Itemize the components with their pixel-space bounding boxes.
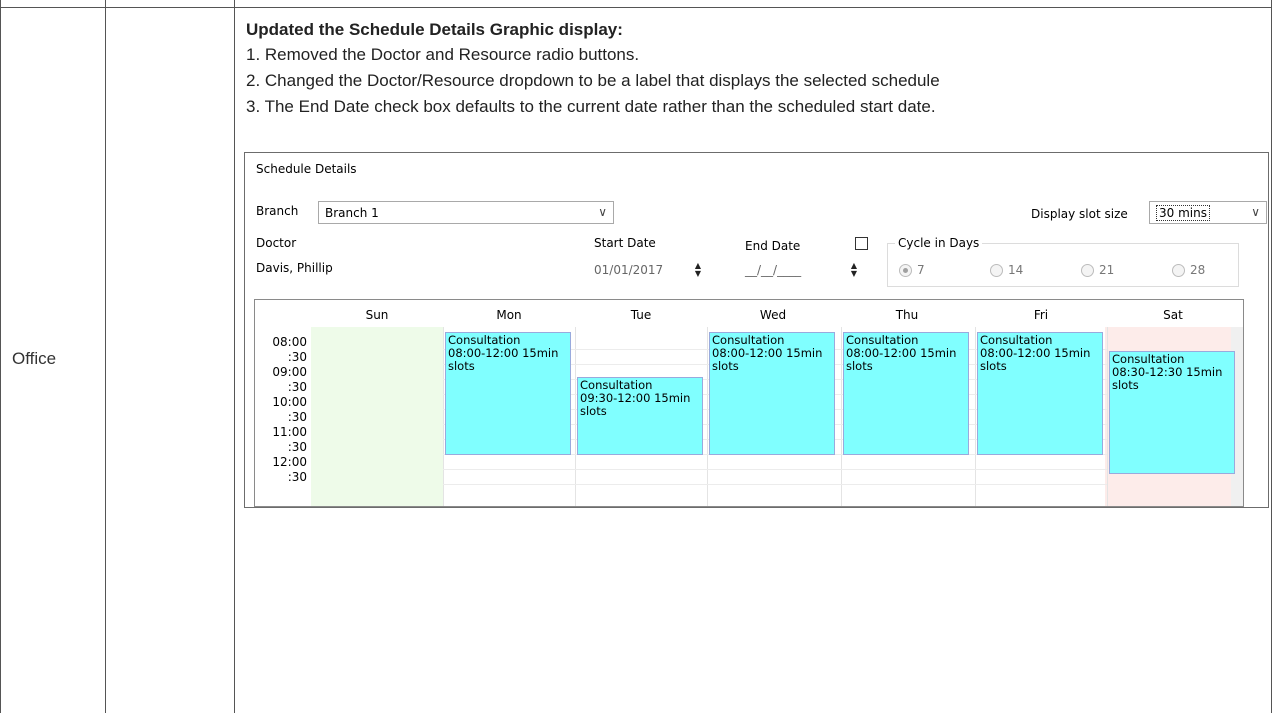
schedule-calendar-grid[interactable]: Sun Mon Tue Wed Thu Fri Sat 08:00:30 09:00:30 10:… [254, 299, 1244, 507]
day-header-mon: Mon [496, 308, 522, 322]
cycle-option-28[interactable]: 28 [1172, 263, 1205, 277]
day-column-divider [1107, 327, 1108, 506]
radio-icon [990, 263, 1003, 277]
table-col-divider-3 [234, 0, 235, 713]
day-column-divider [707, 327, 708, 506]
cycle-option-14[interactable]: 14 [990, 263, 1023, 277]
table-col-divider-2 [105, 0, 106, 713]
dialog-title: Schedule Details [256, 162, 357, 176]
appointment-extra: slots [580, 404, 607, 418]
day-header-fri: Fri [1033, 308, 1049, 322]
notes-item-1: 1. Removed the Doctor and Resource radio… [246, 45, 640, 64]
doctor-value: Davis, Phillip [256, 261, 333, 275]
time-label: :30 [287, 440, 307, 454]
cycle-label: Cycle in Days [895, 236, 983, 250]
day-header-tue: Tue [630, 308, 652, 322]
start-date-value: 01/01/2017 [594, 263, 664, 277]
end-date-field[interactable]: __/__/____ [745, 259, 860, 281]
radio-icon [1172, 263, 1185, 277]
chevron-down-icon: ∨ [1251, 205, 1260, 219]
branch-select[interactable]: Branch 1 ∨ [318, 201, 614, 224]
appointment-extra: slots [1112, 378, 1139, 392]
cycle-option-7[interactable]: 7 [899, 263, 925, 277]
table-col-divider-1 [0, 0, 1, 713]
time-label: 12:00 [272, 455, 307, 469]
day-column-divider [443, 327, 444, 506]
time-label: :30 [287, 410, 307, 424]
slot-size-value: 30 mins [1156, 204, 1210, 221]
day-header-thu: Thu [895, 308, 919, 322]
time-label: :30 [287, 380, 307, 394]
appointment-extra: slots [448, 359, 475, 373]
end-date-spinner[interactable]: ▲ ▼ [848, 262, 860, 280]
row-label: Office [12, 349, 57, 368]
radio-selected-icon [899, 263, 912, 277]
end-date-label: End Date [745, 239, 801, 253]
doctor-label: Doctor [256, 236, 297, 250]
appointment-block-thu[interactable]: Consultation 08:00-12:00 15min slots [843, 332, 969, 455]
start-date-label: Start Date [594, 236, 656, 250]
chevron-down-icon: ∨ [598, 205, 607, 219]
time-label: 10:00 [272, 395, 307, 409]
time-label: 09:00 [272, 365, 307, 379]
slot-size-label: Display slot size [1031, 207, 1128, 221]
slot-size-select[interactable]: 30 mins ∨ [1149, 201, 1267, 224]
sunday-column [311, 327, 443, 506]
branch-select-value: Branch 1 [325, 205, 379, 220]
end-date-checkbox[interactable] [855, 237, 868, 250]
appointment-block-sat[interactable]: Consultation 08:30-12:30 15min slots [1109, 351, 1235, 474]
radio-icon [1081, 263, 1094, 277]
appointment-extra: slots [846, 359, 873, 373]
time-row-divider [443, 469, 1107, 470]
time-label: :30 [287, 470, 307, 484]
time-row-divider [443, 484, 1107, 485]
time-label: :30 [287, 350, 307, 364]
day-header-sat: Sat [1163, 308, 1183, 322]
end-date-value: __/__/____ [745, 263, 802, 277]
appointment-block-mon[interactable]: Consultation 08:00-12:00 15min slots [445, 332, 571, 455]
start-date-spinner[interactable]: ▲ ▼ [692, 262, 704, 280]
day-header-wed: Wed [759, 308, 787, 322]
day-header-sun: Sun [365, 308, 389, 322]
appointment-block-fri[interactable]: Consultation 08:00-12:00 15min slots [977, 332, 1103, 455]
notes-heading: Updated the Schedule Details Graphic dis… [246, 20, 623, 39]
day-column-divider [841, 327, 842, 506]
notes-item-2: 2. Changed the Doctor/Resource dropdown … [246, 71, 940, 90]
appointment-extra: slots [980, 359, 1007, 373]
appointment-extra: slots [712, 359, 739, 373]
appointment-block-wed[interactable]: Consultation 08:00-12:00 15min slots [709, 332, 835, 455]
time-label: 08:00 [272, 335, 307, 349]
appointment-block-tue[interactable]: Consultation 09:30-12:00 15min slots [577, 377, 703, 455]
release-notes: Updated the Schedule Details Graphic dis… [246, 20, 1262, 123]
table-top-border [0, 7, 1272, 8]
notes-item-3: 3. The End Date check box defaults to th… [246, 97, 936, 116]
day-column-divider [575, 327, 576, 506]
branch-label: Branch [256, 204, 299, 218]
day-column-divider [975, 327, 976, 506]
time-label: 11:00 [272, 425, 307, 439]
cycle-option-21[interactable]: 21 [1081, 263, 1114, 277]
schedule-details-dialog: Schedule Details Branch Branch 1 ∨ Displ… [244, 152, 1269, 508]
